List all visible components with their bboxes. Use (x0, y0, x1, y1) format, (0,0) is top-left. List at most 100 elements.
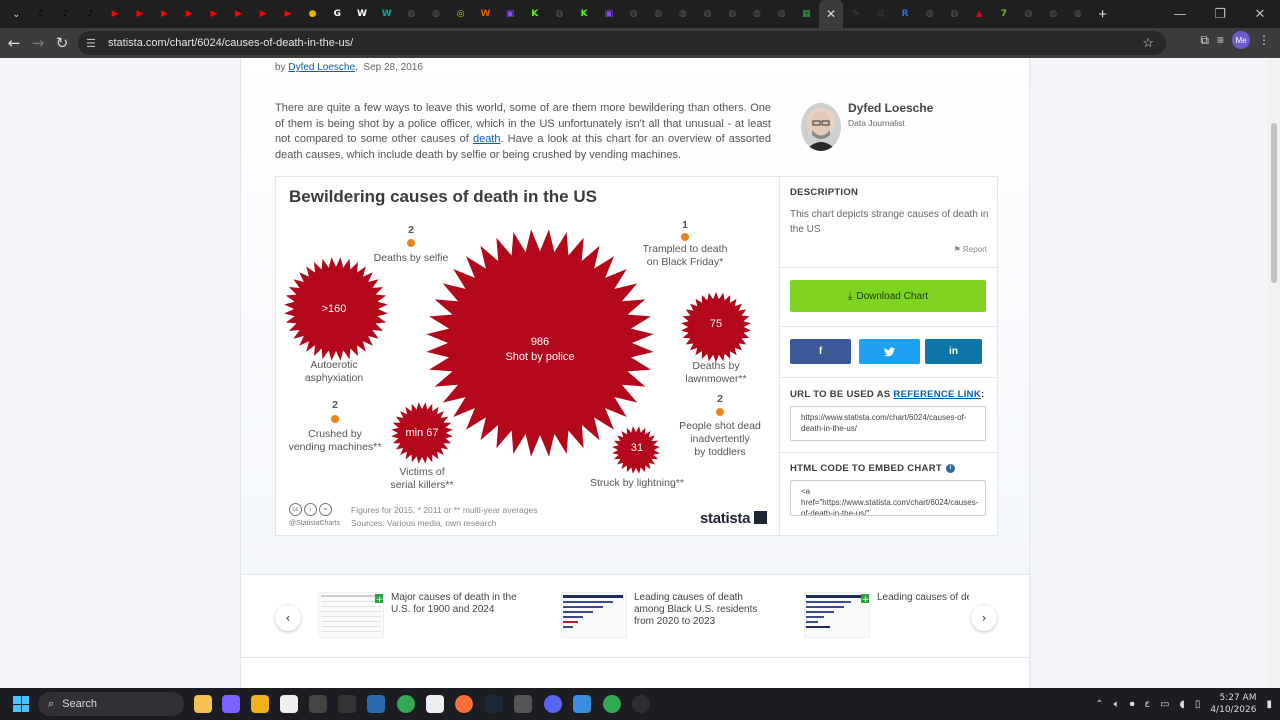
browser-tab[interactable]: ▶ (226, 0, 251, 28)
copilot-icon[interactable] (222, 695, 240, 713)
related-title[interactable]: Leading causes of death among Black U.S.… (634, 592, 764, 628)
davinci-icon[interactable] (367, 695, 385, 713)
download-chart-button[interactable]: ⤓ Download Chart (790, 280, 986, 312)
browser-tab[interactable]: ◍ (646, 0, 671, 28)
browser-tab[interactable]: ◍ (621, 0, 646, 28)
menu-icon[interactable]: ⋮ (1258, 33, 1270, 47)
related-thumbnail[interactable] (561, 592, 627, 638)
browser-tab[interactable]: ◍ (1041, 0, 1066, 28)
author-card[interactable]: Dyfed Loesche Data Journalist (801, 98, 1001, 158)
browser-tab[interactable]: 7 (992, 0, 1017, 28)
browser-tab[interactable]: ◍ (399, 0, 424, 28)
browser-tab[interactable]: W (473, 0, 498, 28)
ctrl-icon[interactable] (309, 695, 327, 713)
file-explorer-icon[interactable] (194, 695, 212, 713)
browser-tab[interactable]: W (374, 0, 399, 28)
related-thumbnail[interactable]: + (318, 592, 384, 638)
browser-tab[interactable]: ♪ (29, 0, 54, 28)
share-linkedin-button[interactable]: in (925, 339, 982, 364)
report-label[interactable]: Report (963, 245, 987, 254)
windows-start-icon[interactable] (13, 696, 29, 712)
related-item[interactable]: + Leading causes of death among the whit… (804, 592, 972, 642)
related-item[interactable]: + Major causes of death in the U.S. for … (318, 592, 538, 642)
browser-tab[interactable]: ◍ (695, 0, 720, 28)
browser-tab[interactable]: ▶ (152, 0, 177, 28)
browser-tab[interactable]: ✎ (843, 0, 868, 28)
minimize-button[interactable]: — (1160, 0, 1200, 28)
browser-tab[interactable]: W (350, 0, 375, 28)
browser-tab[interactable]: ◍ (942, 0, 967, 28)
player-icon[interactable] (426, 695, 444, 713)
share-facebook-button[interactable]: f (790, 339, 851, 364)
browser-tab[interactable]: ▲ (967, 0, 992, 28)
obs-icon[interactable] (632, 695, 650, 713)
profile-avatar[interactable]: Me (1232, 31, 1250, 49)
scrollbar-thumb[interactable] (1271, 123, 1277, 283)
app-icon[interactable] (338, 695, 356, 713)
store-icon[interactable] (280, 695, 298, 713)
browser-tab[interactable]: ◍ (917, 0, 942, 28)
reload-button[interactable]: ↻ (50, 31, 74, 55)
browser-tab[interactable]: ♪ (53, 0, 78, 28)
death-link[interactable]: death (473, 133, 501, 145)
volume-icon[interactable]: ◖ (1180, 699, 1185, 710)
ime-indicator[interactable]: ε (1145, 699, 1150, 710)
browser-tab[interactable]: ▶ (202, 0, 227, 28)
browser-tab[interactable]: ◍ (547, 0, 572, 28)
active-tab-close-button[interactable]: ✕ (818, 0, 844, 28)
browser-tab[interactable]: ◍ (769, 0, 794, 28)
url-box[interactable]: ☰ statista.com/chart/6024/causes-of-deat… (78, 31, 1166, 55)
media-icon[interactable]: ≡ (1217, 33, 1224, 47)
related-title[interactable]: Leading causes of death among the white … (877, 592, 969, 604)
discord-icon[interactable] (544, 695, 562, 713)
close-window-button[interactable]: ✕ (1240, 0, 1280, 28)
next-arrow-button[interactable]: › (971, 605, 997, 631)
info-icon[interactable]: i (946, 463, 955, 473)
photos-icon[interactable] (573, 695, 591, 713)
browser-tab[interactable]: ▶ (276, 0, 301, 28)
browser-tab[interactable]: ● (300, 0, 325, 28)
browser-tab[interactable]: ▶ (103, 0, 128, 28)
bookmark-star-icon[interactable]: ☆ (1142, 35, 1154, 51)
browser-tab[interactable]: ◍ (745, 0, 770, 28)
reference-link[interactable]: REFERENCE LINK (893, 389, 981, 400)
tab-search-button[interactable]: ⌄ (4, 0, 29, 28)
new-tab-button[interactable]: + (1090, 0, 1115, 28)
browser-tab[interactable]: R (893, 0, 918, 28)
browser-tab[interactable]: ▣ (597, 0, 622, 28)
browser-tab[interactable]: G (325, 0, 350, 28)
reference-url-field[interactable]: https://www.statista.com/chart/6024/caus… (790, 406, 986, 441)
browser-tab[interactable]: ▣ (498, 0, 523, 28)
author-name[interactable]: Dyfed Loesche (848, 101, 933, 115)
report-link[interactable]: ⚑ Report (954, 245, 987, 254)
browser-tab[interactable]: K (522, 0, 547, 28)
browser-tab[interactable]: ▶ (177, 0, 202, 28)
maximize-button[interactable]: ❐ (1200, 0, 1240, 28)
browser-tab[interactable]: ◎ (448, 0, 473, 28)
firefox-icon[interactable] (455, 695, 473, 713)
notification-icon[interactable]: ▮ (1266, 699, 1272, 710)
network-icon[interactable]: ▭ (1160, 699, 1169, 710)
speaker-icon[interactable]: 🔈︎ (1114, 699, 1120, 710)
forward-button[interactable]: → (26, 31, 50, 55)
browser-tab[interactable]: K (572, 0, 597, 28)
back-button[interactable]: ← (2, 31, 26, 55)
browser-tab[interactable]: ▶ (251, 0, 276, 28)
chevron-up-icon[interactable]: ⌃ (1095, 699, 1103, 710)
extensions-icon[interactable]: ⧉ (1200, 33, 1209, 48)
steam-icon[interactable] (485, 695, 503, 713)
browser-tab[interactable]: ▶ (127, 0, 152, 28)
embed-code-field[interactable]: <a href="https://www.statista.com/chart/… (790, 480, 986, 516)
page-scrollbar[interactable] (1268, 58, 1280, 688)
taskbar-search[interactable]: ⌕ Search (38, 692, 184, 716)
folder-icon[interactable] (251, 695, 269, 713)
clock[interactable]: 5:27 AM 4/10/2026 (1210, 692, 1256, 716)
browser-tab[interactable]: ◍ (424, 0, 449, 28)
browser-tab[interactable]: ◍ (671, 0, 696, 28)
share-twitter-button[interactable] (859, 339, 920, 364)
chrome-icon[interactable] (397, 695, 415, 713)
browser-tab[interactable]: ◍ (1016, 0, 1041, 28)
browser-tab[interactable]: ◍ (720, 0, 745, 28)
related-item[interactable]: Leading causes of death among Black U.S.… (561, 592, 781, 642)
microphone-icon[interactable]: ⏺ (1130, 699, 1135, 710)
